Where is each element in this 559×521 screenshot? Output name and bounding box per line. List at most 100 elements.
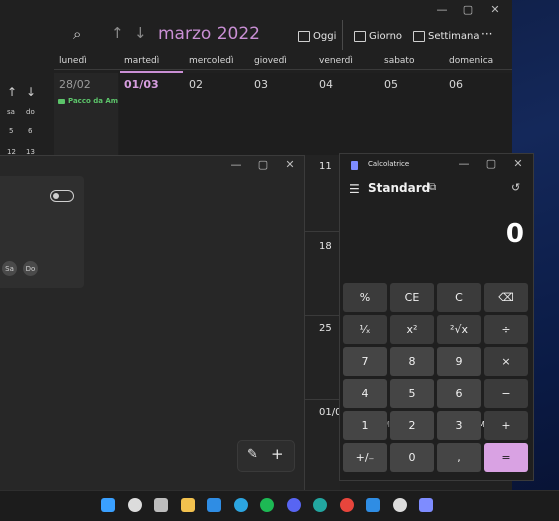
day-number[interactable]: 04 bbox=[319, 78, 333, 91]
mini-day[interactable]: 5 bbox=[9, 127, 13, 135]
week-view-button[interactable]: Settimana bbox=[413, 31, 479, 42]
day-number[interactable]: 06 bbox=[449, 78, 463, 91]
digit-1-button[interactable]: 1 bbox=[343, 411, 387, 440]
history-icon[interactable]: ↺ bbox=[511, 181, 520, 194]
calendar-maximize-button[interactable]: ▢ bbox=[458, 3, 478, 16]
digit-0-button[interactable]: 0 bbox=[390, 443, 434, 472]
digit-2-button[interactable]: 2 bbox=[390, 411, 434, 440]
percent-button[interactable]: % bbox=[343, 283, 387, 312]
settings-minimize-button[interactable]: — bbox=[226, 158, 246, 171]
mini-day[interactable]: 6 bbox=[28, 127, 32, 135]
spotify-icon[interactable] bbox=[260, 498, 274, 512]
weekday-header: sabato bbox=[384, 56, 415, 66]
weekday-header: mercoledì bbox=[189, 56, 234, 66]
calendar-event[interactable]: Pacco da Am bbox=[58, 97, 118, 105]
weekday-pill-saturday[interactable]: Sa bbox=[2, 261, 17, 276]
weekday-header: venerdì bbox=[319, 56, 353, 66]
weekday-header: giovedì bbox=[254, 56, 287, 66]
settings-maximize-button[interactable]: ▢ bbox=[253, 158, 273, 171]
multiply-button[interactable]: × bbox=[484, 347, 528, 376]
grid-row-line bbox=[304, 399, 340, 400]
package-icon bbox=[58, 98, 65, 104]
task-view-icon[interactable] bbox=[154, 498, 168, 512]
minus-button[interactable]: − bbox=[484, 379, 528, 408]
calc-close-button[interactable]: ✕ bbox=[508, 157, 528, 170]
more-button[interactable]: ··· bbox=[481, 27, 492, 41]
event-title: Pacco da Am bbox=[68, 97, 119, 105]
today-icon bbox=[298, 31, 310, 42]
clock-icon[interactable] bbox=[393, 498, 407, 512]
result-display: 0 bbox=[505, 219, 524, 249]
toolbar-divider bbox=[342, 20, 343, 50]
day-number[interactable]: 11 bbox=[319, 161, 332, 172]
digit-3-button[interactable]: 3 bbox=[437, 411, 481, 440]
calendar-close-button[interactable]: ✕ bbox=[485, 3, 505, 16]
calendar-icon[interactable] bbox=[366, 498, 380, 512]
today-label: Oggi bbox=[313, 31, 337, 42]
taskbar bbox=[0, 490, 559, 521]
digit-4-button[interactable]: 4 bbox=[343, 379, 387, 408]
square-button[interactable]: x² bbox=[390, 315, 434, 344]
calculator-window: Calcolatrice — ▢ ✕ ☰ Standard ⧉ ↺ 0 MC M… bbox=[339, 153, 534, 481]
digit-5-button[interactable]: 5 bbox=[390, 379, 434, 408]
divide-button[interactable]: ÷ bbox=[484, 315, 528, 344]
mini-next-icon[interactable]: ↓ bbox=[26, 85, 36, 99]
weekday-header: domenica bbox=[449, 56, 494, 66]
arrow-down-icon[interactable]: ↓ bbox=[134, 24, 147, 42]
keep-on-top-icon[interactable]: ⧉ bbox=[429, 182, 436, 193]
pencil-icon[interactable]: ✎ bbox=[247, 447, 258, 462]
arrow-up-icon[interactable]: ↑ bbox=[111, 24, 124, 42]
mini-weekday: do bbox=[26, 108, 35, 116]
digit-7-button[interactable]: 7 bbox=[343, 347, 387, 376]
grid-row-line bbox=[304, 315, 340, 316]
mail-icon[interactable] bbox=[207, 498, 221, 512]
digit-8-button[interactable]: 8 bbox=[390, 347, 434, 376]
search-icon[interactable]: ⌕ bbox=[73, 25, 81, 43]
weekday-header: lunedì bbox=[59, 56, 87, 66]
day-number[interactable]: 25 bbox=[319, 323, 332, 334]
day-number[interactable]: 18 bbox=[319, 241, 332, 252]
day-label: Giorno bbox=[369, 31, 403, 42]
equals-button[interactable]: = bbox=[484, 443, 528, 472]
digit-6-button[interactable]: 6 bbox=[437, 379, 481, 408]
calc-maximize-button[interactable]: ▢ bbox=[481, 157, 501, 170]
menu-icon[interactable]: ☰ bbox=[349, 182, 360, 196]
edit-add-toolbar: ✎ + bbox=[237, 440, 295, 472]
mini-weekday: sa bbox=[7, 108, 15, 116]
search-icon[interactable] bbox=[128, 498, 142, 512]
backspace-button[interactable]: ⌫ bbox=[484, 283, 528, 312]
mini-prev-icon[interactable]: ↑ bbox=[7, 85, 17, 99]
square-root-button[interactable]: ²√x bbox=[437, 315, 481, 344]
day-number[interactable]: 05 bbox=[384, 78, 398, 91]
clear-button[interactable]: C bbox=[437, 283, 481, 312]
file-explorer-icon[interactable] bbox=[181, 498, 195, 512]
windows-start-icon[interactable] bbox=[101, 498, 115, 512]
weekday-pill-sunday[interactable]: Do bbox=[23, 261, 38, 276]
calc-minimize-button[interactable]: — bbox=[454, 157, 474, 170]
calculator-title: Calcolatrice bbox=[368, 160, 410, 168]
reciprocal-button[interactable]: ¹⁄ₓ bbox=[343, 315, 387, 344]
day-number-today[interactable]: 01/03 bbox=[124, 78, 159, 91]
grid-row-line bbox=[304, 231, 340, 232]
calculator-icon[interactable] bbox=[419, 498, 433, 512]
clear-entry-button[interactable]: CE bbox=[390, 283, 434, 312]
day-number[interactable]: 03 bbox=[254, 78, 268, 91]
digit-9-button[interactable]: 9 bbox=[437, 347, 481, 376]
telegram-icon[interactable] bbox=[234, 498, 248, 512]
calendar-minimize-button[interactable]: — bbox=[432, 3, 452, 16]
settings-close-button[interactable]: ✕ bbox=[280, 158, 300, 171]
month-title[interactable]: marzo 2022 bbox=[158, 24, 260, 44]
chrome-icon[interactable] bbox=[340, 498, 354, 512]
plus-button[interactable]: + bbox=[484, 411, 528, 440]
edge-icon[interactable] bbox=[313, 498, 327, 512]
day-view-button[interactable]: Giorno bbox=[354, 31, 402, 42]
day-number[interactable]: 02 bbox=[189, 78, 203, 91]
discord-icon[interactable] bbox=[287, 498, 301, 512]
decimal-button[interactable]: , bbox=[437, 443, 481, 472]
day-number[interactable]: 28/02 bbox=[59, 78, 91, 91]
week-label: Settimana bbox=[428, 31, 480, 42]
today-button[interactable]: Oggi bbox=[298, 31, 336, 42]
negate-button[interactable]: +/₋ bbox=[343, 443, 387, 472]
toggle-switch[interactable] bbox=[50, 190, 74, 202]
add-icon[interactable]: + bbox=[271, 445, 284, 463]
